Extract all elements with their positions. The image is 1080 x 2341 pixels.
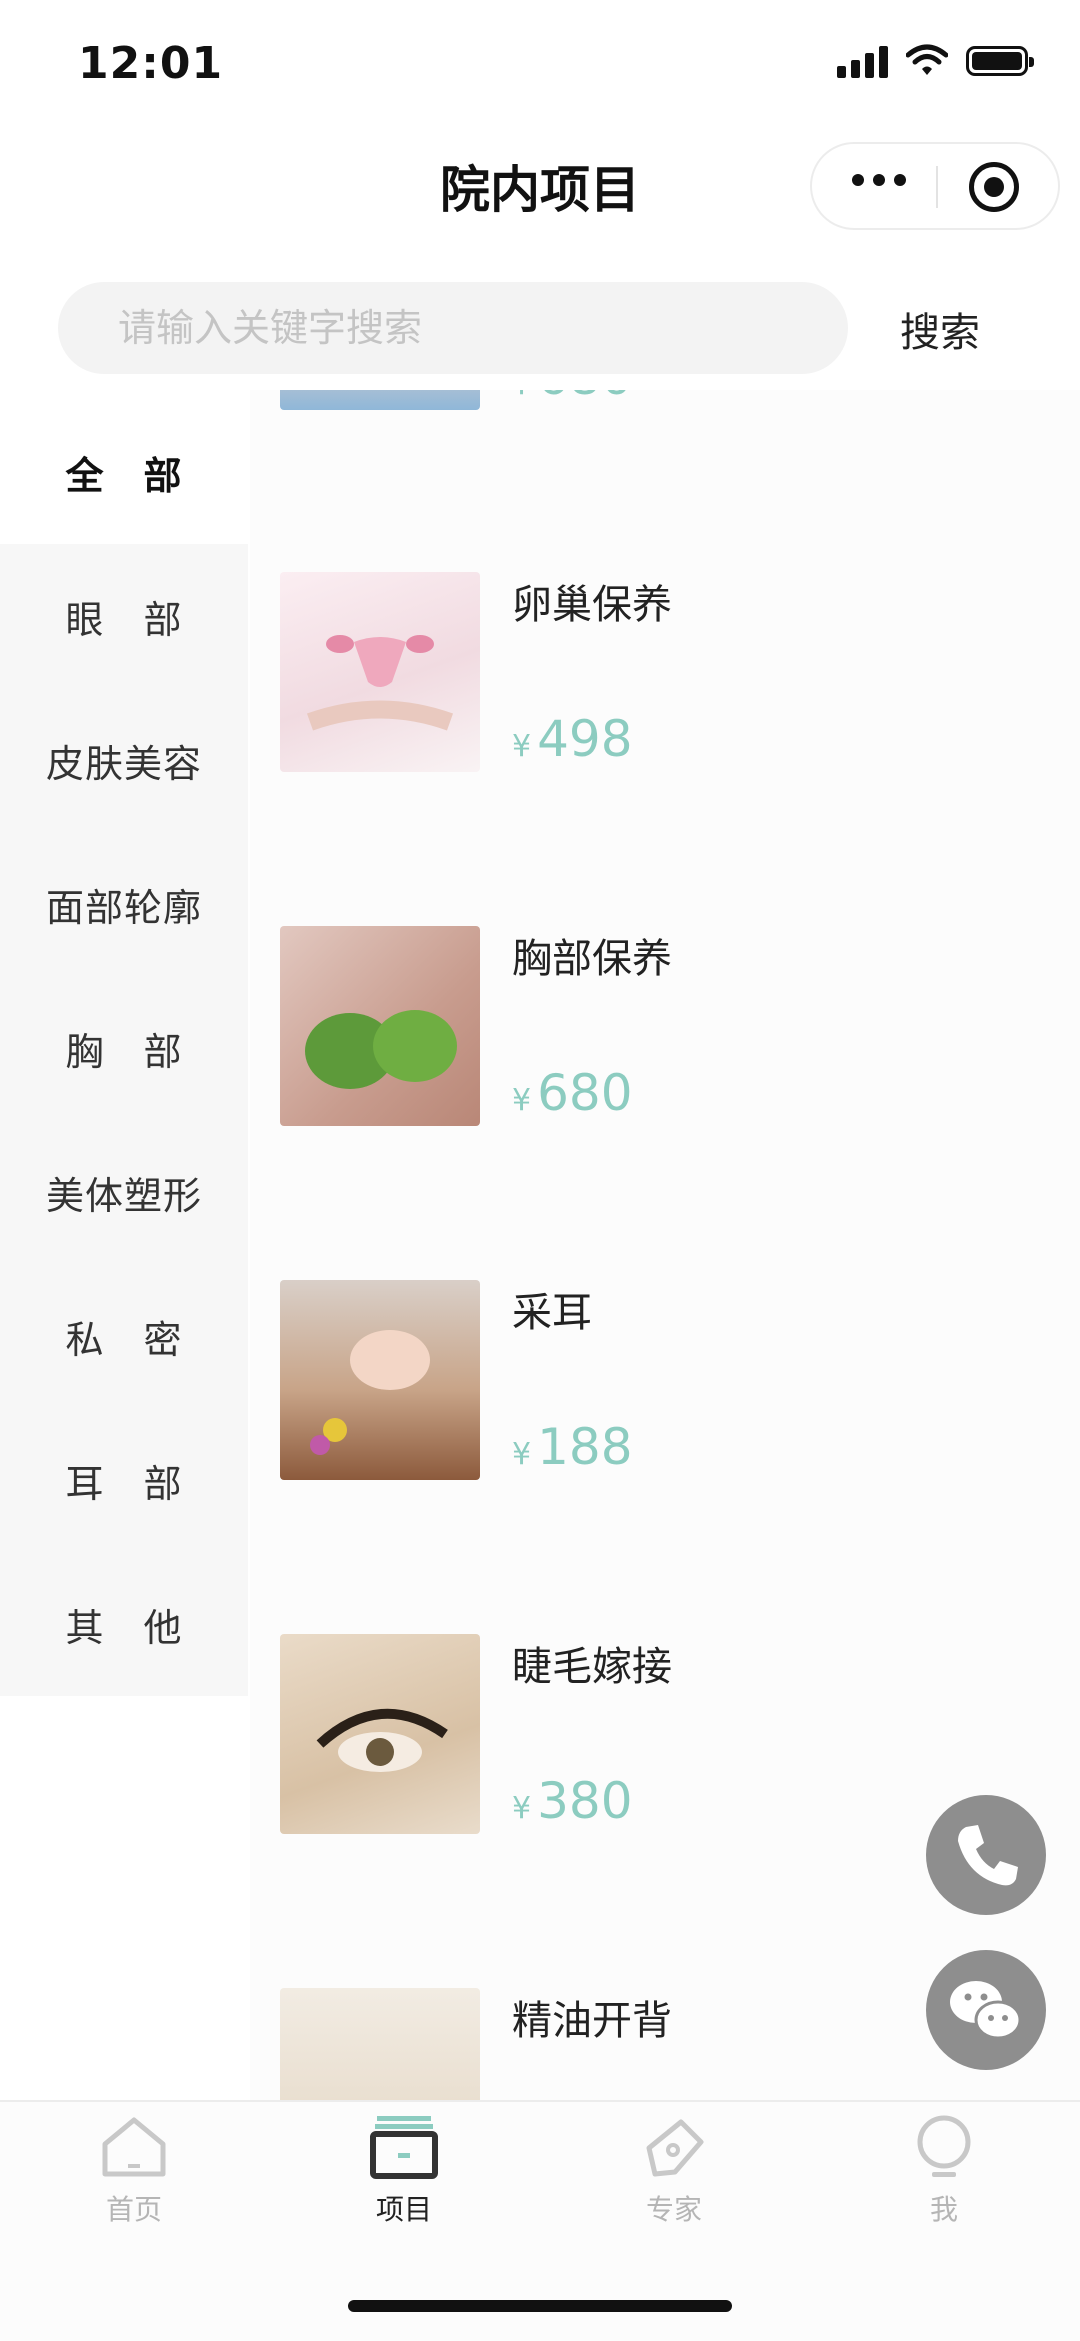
status-time: 12:01 <box>78 38 224 89</box>
sidebar-item-label: 耳 部 <box>65 1461 183 1506</box>
price-value: 498 <box>537 710 633 768</box>
price-value: 188 <box>537 1418 633 1476</box>
search-button[interactable]: 搜索 <box>900 300 980 358</box>
tab-label: 项目 <box>375 2193 432 2226</box>
battery-icon <box>966 46 1034 76</box>
price-currency: ¥ <box>512 1437 532 1472</box>
sidebar-item-body[interactable]: 美体塑形 <box>0 1120 248 1264</box>
wechat-button[interactable] <box>926 1950 1046 2070</box>
tab-expert[interactable]: 专家 <box>594 2112 754 2228</box>
wifi-icon <box>906 44 948 75</box>
tab-me[interactable]: 我 <box>864 2112 1024 2228</box>
tab-label: 专家 <box>645 2193 702 2226</box>
sidebar-item-label: 面部轮廓 <box>45 885 202 930</box>
phone-icon <box>958 1825 1018 1886</box>
tab-project[interactable]: 项目 <box>324 2112 484 2228</box>
product-image <box>280 1280 480 1480</box>
sidebar-item-chest[interactable]: 胸 部 <box>0 976 248 1120</box>
close-target-icon[interactable] <box>969 162 1019 212</box>
tab-home[interactable]: 首页 <box>54 2112 214 2228</box>
sidebar-item-face[interactable]: 面部轮廓 <box>0 832 248 976</box>
product-item[interactable]: 卵巢保养 ¥498 <box>250 572 1080 872</box>
tab-label: 我 <box>929 2193 958 2226</box>
product-image <box>280 926 480 1126</box>
sidebar-item-private[interactable]: 私 密 <box>0 1264 248 1408</box>
price-value: 680 <box>537 1064 633 1122</box>
product-price: ¥498 <box>512 710 633 768</box>
profile-icon <box>909 2112 979 2182</box>
product-image <box>280 1988 480 2100</box>
status-icons <box>837 44 1034 78</box>
product-name: 胸部保养 <box>512 936 672 982</box>
sidebar-item-all[interactable]: 全 部 <box>0 400 248 544</box>
phone-call-button[interactable] <box>926 1795 1046 1915</box>
price-currency: ¥ <box>512 390 531 402</box>
sidebar-item-skin[interactable]: 皮肤美容 <box>0 688 248 832</box>
product-item[interactable]: 采耳 ¥188 <box>250 1280 1080 1580</box>
sidebar-item-label: 眼 部 <box>65 597 183 642</box>
sidebar-item-other[interactable]: 其 他 <box>0 1552 248 1696</box>
home-icon <box>99 2112 169 2182</box>
product-name: 精油开背 <box>512 1998 672 2044</box>
product-image <box>280 1634 480 1834</box>
sidebar-item-label: 胸 部 <box>65 1029 183 1074</box>
product-item[interactable]: ¥680 <box>250 390 1080 510</box>
price-currency: ¥ <box>512 1791 532 1826</box>
sidebar-item-label: 其 他 <box>65 1605 183 1650</box>
more-icon[interactable] <box>852 174 906 186</box>
sidebar-item-label: 私 密 <box>65 1317 183 1362</box>
home-indicator <box>348 2300 732 2312</box>
price-currency: ¥ <box>512 729 532 764</box>
project-icon <box>369 2112 439 2182</box>
product-price: ¥680 <box>512 390 633 406</box>
sidebar-item-label: 皮肤美容 <box>45 741 202 786</box>
expert-pen-icon <box>639 2112 709 2182</box>
product-image <box>280 390 480 410</box>
cellular-signal-icon <box>837 44 888 78</box>
product-name: 采耳 <box>512 1290 592 1336</box>
product-name: 睫毛嫁接 <box>512 1644 672 1690</box>
capsule-divider <box>936 166 938 208</box>
sidebar-item-eyes[interactable]: 眼 部 <box>0 544 248 688</box>
sidebar-item-ears[interactable]: 耳 部 <box>0 1408 248 1552</box>
price-value: 680 <box>537 390 632 406</box>
sidebar-item-label: 美体塑形 <box>45 1173 202 1218</box>
status-bar: 12:01 <box>0 0 1080 130</box>
product-price: ¥380 <box>512 1772 633 1830</box>
wechat-icon <box>950 1981 1022 2040</box>
product-item[interactable]: 胸部保养 ¥680 <box>250 926 1080 1226</box>
price-currency: ¥ <box>512 1083 532 1118</box>
search-input[interactable]: 请输入关键字搜索 <box>58 282 848 374</box>
product-price: ¥680 <box>512 1064 633 1122</box>
product-price: ¥188 <box>512 1418 633 1476</box>
product-image <box>280 572 480 772</box>
sidebar-item-label: 全 部 <box>65 453 183 498</box>
tab-label: 首页 <box>105 2193 162 2226</box>
miniprogram-capsule <box>810 142 1060 230</box>
product-name: 卵巢保养 <box>512 582 672 628</box>
category-sidebar: 全 部 眼 部 皮肤美容 面部轮廓 胸 部 美体塑形 私 密 耳 部 其 他 <box>0 400 248 1696</box>
price-value: 380 <box>537 1772 633 1830</box>
